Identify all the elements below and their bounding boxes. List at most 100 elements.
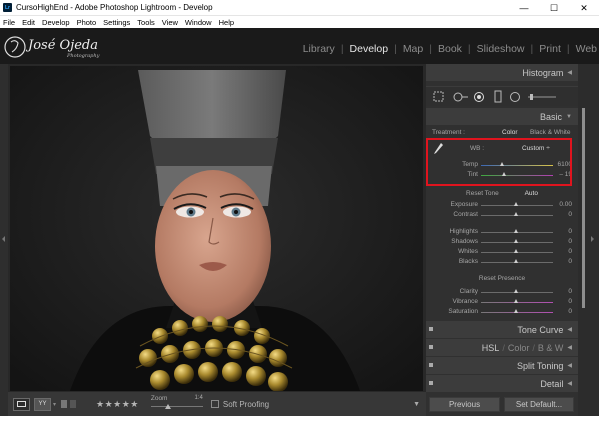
highlights-value[interactable]: 0 (568, 228, 572, 235)
module-book[interactable]: Book (438, 43, 462, 55)
dropdown-arrow-icon[interactable]: ▾ (53, 401, 56, 408)
panel-toggle-icon[interactable] (429, 345, 433, 349)
panel-toggle-icon[interactable] (429, 381, 433, 385)
toolbar-menu-arrow-icon[interactable]: ▼ (413, 401, 420, 408)
whites-slider-knob[interactable] (514, 249, 518, 253)
menu-file[interactable]: File (3, 18, 15, 27)
collapse-arrow-icon: ◀ (567, 363, 572, 369)
close-button[interactable]: ✕ (569, 0, 599, 16)
contrast-value[interactable]: 0 (568, 211, 572, 218)
whites-value[interactable]: 0 (568, 248, 572, 255)
shadows-value[interactable]: 0 (568, 238, 572, 245)
blacks-value[interactable]: 0 (568, 258, 572, 265)
histogram-header[interactable]: Histogram ◀ (426, 64, 578, 81)
shadows-slider-knob[interactable] (514, 239, 518, 243)
portrait-image (10, 66, 423, 391)
reset-tone-button[interactable]: Reset Tone (466, 190, 499, 197)
collapse-arrow-icon: ◀ (567, 345, 572, 351)
hsl-tab[interactable]: HSL (482, 343, 500, 353)
zoom-slider[interactable] (150, 406, 203, 407)
reset-presence-button[interactable]: Reset Presence (479, 275, 525, 282)
before-after-button[interactable]: YY (34, 397, 51, 411)
zoom-slider-knob[interactable] (164, 404, 171, 409)
exposure-slider-knob[interactable] (514, 202, 518, 206)
panel-toggle-icon[interactable] (429, 327, 433, 331)
saturation-slider-knob[interactable] (514, 309, 518, 313)
blacks-slider-row: Blacks 0 (426, 257, 578, 267)
bottom-toolbar: YY ▾ ★★★★★ Zoom 1:4 Soft Proofing ▼ (8, 392, 426, 416)
menu-tools[interactable]: Tools (137, 18, 155, 27)
right-panel-scrollbar[interactable] (578, 64, 599, 416)
highlights-slider-row: Highlights 0 (426, 227, 578, 237)
spot-removal-tool-icon[interactable] (453, 92, 468, 102)
expand-left-arrow-icon[interactable] (2, 236, 5, 242)
module-map[interactable]: Map (403, 43, 423, 55)
radial-filter-tool-icon[interactable] (510, 92, 520, 102)
basic-title: Basic (540, 111, 563, 122)
adjustment-brush-icon[interactable] (528, 94, 556, 100)
scrollbar-thumb[interactable] (582, 108, 585, 308)
hsl-color-tab[interactable]: Color (508, 343, 530, 353)
vibrance-value[interactable]: 0 (568, 298, 572, 305)
detail-header[interactable]: Detail ◀ (426, 375, 578, 392)
minimize-button[interactable]: — (509, 0, 539, 16)
photographer-logo: José Ojeda Photography (4, 36, 100, 59)
flag-pick-icon[interactable] (61, 400, 68, 408)
treatment-black-white[interactable]: Black & White (530, 129, 570, 136)
window-bottom-margin (0, 416, 599, 430)
panel-toggle-icon[interactable] (429, 363, 433, 367)
hsl-bw-tab[interactable]: B & W (538, 343, 564, 353)
saturation-slider-row: Saturation 0 (426, 307, 578, 317)
menu-view[interactable]: View (162, 18, 178, 27)
develop-buttons: Previous Set Default... (426, 395, 578, 415)
split-toning-header[interactable]: Split Toning ◀ (426, 357, 578, 374)
maximize-button[interactable]: ☐ (539, 0, 569, 16)
module-develop[interactable]: Develop (350, 43, 389, 55)
saturation-value[interactable]: 0 (568, 308, 572, 315)
module-print[interactable]: Print (539, 43, 561, 55)
menu-window[interactable]: Window (185, 18, 212, 27)
before-after-icon: YY (38, 401, 47, 407)
shadows-slider-row: Shadows 0 (426, 237, 578, 247)
menu-edit[interactable]: Edit (22, 18, 35, 27)
loupe-view-button[interactable] (13, 397, 30, 411)
red-eye-tool-icon[interactable] (474, 92, 484, 102)
split-toning-title: Split Toning (517, 360, 564, 371)
blacks-label: Blacks (458, 258, 478, 265)
left-panel-toggle[interactable] (0, 64, 8, 416)
soft-proofing-checkbox[interactable] (210, 400, 219, 408)
graduated-filter-tool-icon[interactable] (494, 90, 502, 103)
treatment-color[interactable]: Color (502, 129, 518, 136)
tone-curve-title: Tone Curve (517, 324, 564, 335)
lightroom-app-icon: Lr (3, 3, 12, 12)
previous-button[interactable]: Previous (429, 397, 500, 412)
vibrance-slider-knob[interactable] (514, 299, 518, 303)
blacks-slider-knob[interactable] (514, 259, 518, 263)
menu-photo[interactable]: Photo (77, 18, 97, 27)
right-panel: Histogram ◀ Basic ▼ Treatment : Color Blac… (426, 64, 578, 416)
tone-curve-header[interactable]: Tone Curve ◀ (426, 321, 578, 338)
zoom-value: 1:4 (194, 395, 203, 401)
soft-proofing-toggle[interactable]: Soft Proofing (210, 400, 269, 409)
module-slideshow[interactable]: Slideshow (477, 43, 525, 55)
collapse-right-arrow-icon[interactable] (591, 236, 594, 242)
clarity-slider-knob[interactable] (514, 289, 518, 293)
module-library[interactable]: Library (303, 43, 335, 55)
menu-develop[interactable]: Develop (42, 18, 70, 27)
module-web[interactable]: Web (576, 43, 597, 55)
highlights-slider-knob[interactable] (514, 229, 518, 233)
menu-help[interactable]: Help (219, 18, 234, 27)
exposure-value[interactable]: 0.00 (559, 201, 572, 208)
clarity-value[interactable]: 0 (568, 288, 572, 295)
photo-preview[interactable] (10, 66, 423, 391)
logo-subtitle: Photography (66, 53, 100, 59)
crop-tool-icon[interactable] (433, 91, 444, 102)
contrast-slider-knob[interactable] (514, 212, 518, 216)
flag-reject-icon[interactable] (70, 400, 77, 408)
star-rating[interactable]: ★★★★★ (96, 399, 139, 410)
hsl-header[interactable]: HSL / Color / B & W ◀ (426, 339, 578, 356)
basic-header[interactable]: Basic ▼ (426, 108, 578, 125)
auto-tone-button[interactable]: Auto (525, 190, 538, 197)
menu-settings[interactable]: Settings (103, 18, 130, 27)
set-default-button[interactable]: Set Default... (504, 397, 574, 412)
